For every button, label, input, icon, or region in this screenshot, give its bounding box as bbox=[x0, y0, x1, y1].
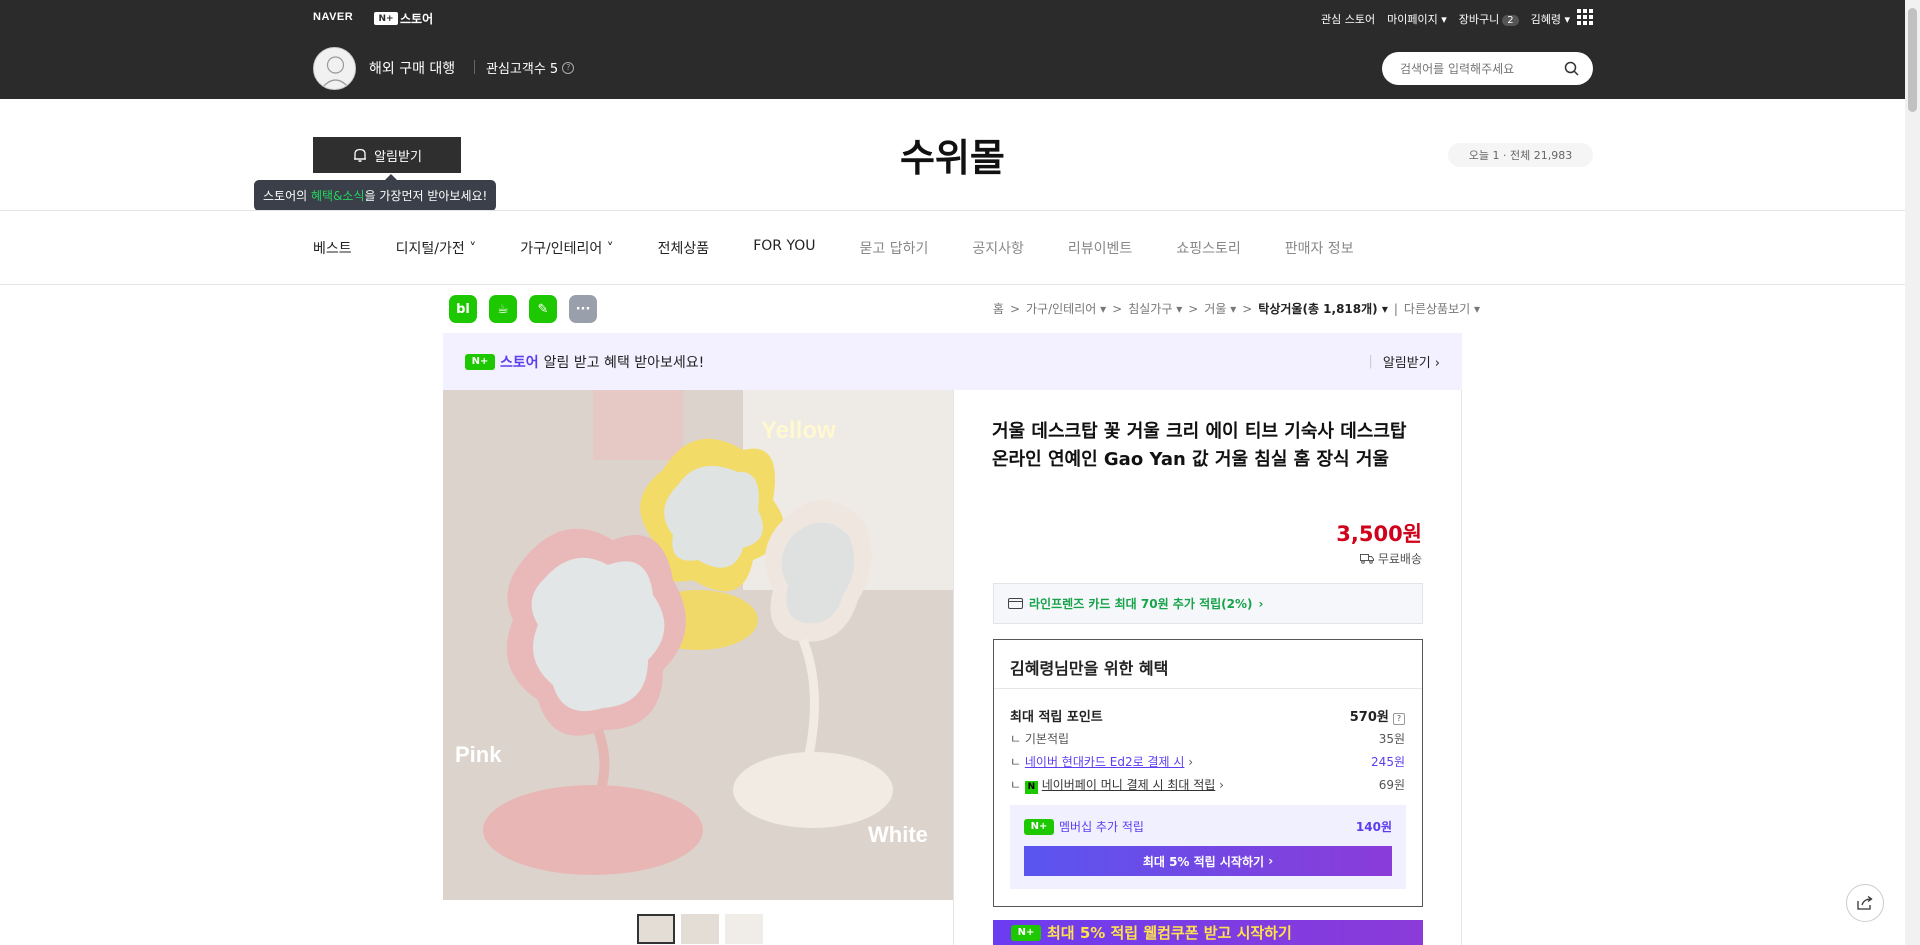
image-label-white: White bbox=[868, 822, 928, 847]
nav-divider-top bbox=[0, 210, 1905, 211]
breadcrumb-furniture[interactable]: 가구/인테리어 ▾ bbox=[1026, 300, 1106, 317]
bell-icon bbox=[354, 148, 367, 162]
promo-alarm-link[interactable]: 알림받기 › bbox=[1383, 352, 1440, 371]
product-price: 3,500원 bbox=[1336, 522, 1422, 546]
cafe-share-icon[interactable]: ☕ bbox=[489, 295, 517, 323]
search-input[interactable] bbox=[1400, 61, 1564, 76]
welcome-coupon-banner[interactable]: N+ 최대 5% 적립 웰컴쿠폰 받고 시작하기 bbox=[993, 920, 1423, 945]
nav-item-shopping-story[interactable]: 쇼핑스토리 bbox=[1176, 238, 1240, 258]
user-menu[interactable]: 김혜령 ▾ bbox=[1531, 11, 1570, 27]
interest-store-link[interactable]: 관심 스토어 bbox=[1321, 11, 1375, 27]
help-icon[interactable]: ? bbox=[1393, 712, 1405, 725]
alarm-button[interactable]: 알림받기 bbox=[313, 137, 461, 173]
truck-icon bbox=[1359, 554, 1374, 564]
image-label-pink: Pink bbox=[455, 742, 502, 767]
share-button[interactable] bbox=[1846, 884, 1884, 922]
breadcrumb: 홈 > 가구/인테리어 ▾ > 침실가구 ▾ > 거울 ▾ > 탁상거울(총 1,818… bbox=[992, 300, 1480, 317]
nav-item-for-you[interactable]: FOR YOU bbox=[753, 238, 815, 258]
thumbnail-1[interactable] bbox=[637, 914, 675, 944]
nav-item-all-products[interactable]: 전체상품 bbox=[658, 238, 710, 258]
benefit-row-card: ㄴ 네이버 현대카드 Ed2로 결제 시 › 245원 bbox=[1010, 755, 1405, 769]
card-promo-link[interactable]: 라인프렌즈 카드 최대 70원 추가 적립(2%) › bbox=[993, 583, 1423, 624]
image-label-yellow: Yellow bbox=[761, 417, 836, 444]
nav-item-digital[interactable]: 디지털/가전 ˅ bbox=[396, 238, 477, 258]
promo-text: 알림 받고 혜택 받아보세요! bbox=[543, 354, 705, 371]
benefit-title: 김혜령님만을 위한 혜택 bbox=[1010, 659, 1169, 678]
nav-divider-bottom bbox=[0, 284, 1905, 285]
store-word: 스토어 bbox=[400, 12, 434, 26]
cart-count-badge: 2 bbox=[1502, 15, 1519, 26]
store-name[interactable]: 해외 구매 대행 bbox=[369, 58, 455, 78]
hyundai-card-link[interactable]: 네이버 현대카드 Ed2로 결제 시 bbox=[1025, 755, 1185, 769]
npay-icon: N bbox=[1024, 781, 1038, 794]
share-icon bbox=[1857, 895, 1873, 910]
nav-item-best[interactable]: 베스트 bbox=[313, 238, 352, 258]
shipping-info: 무료배송 bbox=[1359, 550, 1422, 567]
visitor-count: 오늘 1 · 전체 21,983 bbox=[1448, 143, 1593, 167]
nav-item-review-event[interactable]: 리뷰이벤트 bbox=[1068, 238, 1132, 258]
nav-item-qna[interactable]: 묻고 답하기 bbox=[860, 238, 929, 258]
benefit-row-basic: ㄴ 기본적립 35원 bbox=[1010, 732, 1405, 746]
card-icon bbox=[1008, 598, 1023, 609]
membership-start-button[interactable]: 최대 5% 적립 시작하기 › bbox=[1024, 846, 1392, 876]
more-share-icon[interactable]: ··· bbox=[569, 295, 597, 323]
nav-item-seller-info[interactable]: 판매자 정보 bbox=[1285, 238, 1354, 258]
info-icon[interactable]: ? bbox=[562, 61, 575, 74]
thumbnail-strip bbox=[637, 914, 763, 944]
npay-link[interactable]: 네이버페이 머니 결제 시 최대 적립 bbox=[1042, 778, 1216, 792]
breadcrumb-mirror[interactable]: 거울 ▾ bbox=[1204, 300, 1236, 317]
follower-count: 관심고객수 5 ? bbox=[486, 58, 575, 77]
thumbnail-3[interactable] bbox=[725, 914, 763, 944]
alarm-tooltip: 스토어의 혜택&소식을 가장먼저 받아보세요! bbox=[254, 180, 497, 211]
nplus-icon: N+ bbox=[374, 12, 398, 25]
product-title: 거울 데스크탑 꽃 거울 크리 에이 티브 기숙사 데스크탑 온라인 연예인 G… bbox=[992, 421, 1407, 470]
nplus-store-logo[interactable]: N+ 스토어 bbox=[374, 10, 433, 27]
store-nav: 베스트 디지털/가전 ˅ 가구/인테리어 ˅ 전체상품 FOR YOU 묻고 답… bbox=[313, 238, 1354, 258]
scrollbar[interactable] bbox=[1905, 0, 1920, 945]
max-point-row: 최대 적립 포인트 570원 ? bbox=[1010, 706, 1405, 725]
benefit-row-npay: ㄴ N 네이버페이 머니 결제 시 최대 적립 › 69원 bbox=[1010, 778, 1405, 794]
cart-link[interactable]: 장바구니 2 bbox=[1459, 11, 1519, 27]
mypage-link[interactable]: 마이페이지 ▾ bbox=[1387, 11, 1447, 27]
breadcrumb-home[interactable]: 홈 bbox=[993, 300, 1004, 317]
apps-grid-icon[interactable] bbox=[1577, 9, 1593, 25]
product-main-image[interactable]: Yellow Pink White bbox=[443, 390, 953, 900]
store-title[interactable]: 수위몰 bbox=[900, 127, 1005, 182]
top-links: 관심 스토어 마이페이지 ▾ 장바구니 2 김혜령 ▾ bbox=[1321, 11, 1570, 27]
store-avatar[interactable] bbox=[313, 47, 356, 90]
divider bbox=[474, 60, 475, 74]
thumbnail-2[interactable] bbox=[681, 914, 719, 944]
nplus-icon: N+ bbox=[1011, 924, 1041, 941]
nplus-store-label: 스토어 bbox=[500, 354, 539, 371]
membership-row: N+ 멤버십 추가 적립 140원 bbox=[1024, 818, 1392, 835]
nav-item-notice[interactable]: 공지사항 bbox=[972, 238, 1024, 258]
blog-share-icon[interactable]: bl bbox=[449, 295, 477, 323]
nplus-icon: N+ bbox=[465, 353, 495, 370]
nav-item-furniture[interactable]: 가구/인테리어 ˅ bbox=[520, 238, 613, 258]
top-header bbox=[0, 0, 1905, 99]
search-icon[interactable] bbox=[1564, 61, 1579, 76]
scrollbar-thumb[interactable] bbox=[1908, 8, 1917, 112]
breadcrumb-current[interactable]: 탁상거울(총 1,818개) ▾ bbox=[1258, 300, 1388, 317]
naver-logo[interactable]: NAVER bbox=[313, 11, 353, 23]
nplus-promo-bar: N+ 스토어 알림 받고 혜택 받아보세요! | 알림받기 › bbox=[443, 333, 1462, 390]
benefit-divider bbox=[994, 688, 1422, 689]
breadcrumb-bedroom[interactable]: 침실가구 ▾ bbox=[1128, 300, 1182, 317]
other-products-link[interactable]: 다른상품보기 ▾ bbox=[1404, 300, 1480, 317]
store-search-box[interactable] bbox=[1382, 52, 1593, 85]
bookmark-share-icon[interactable]: ✎ bbox=[529, 295, 557, 323]
nplus-icon: N+ bbox=[1024, 818, 1054, 835]
